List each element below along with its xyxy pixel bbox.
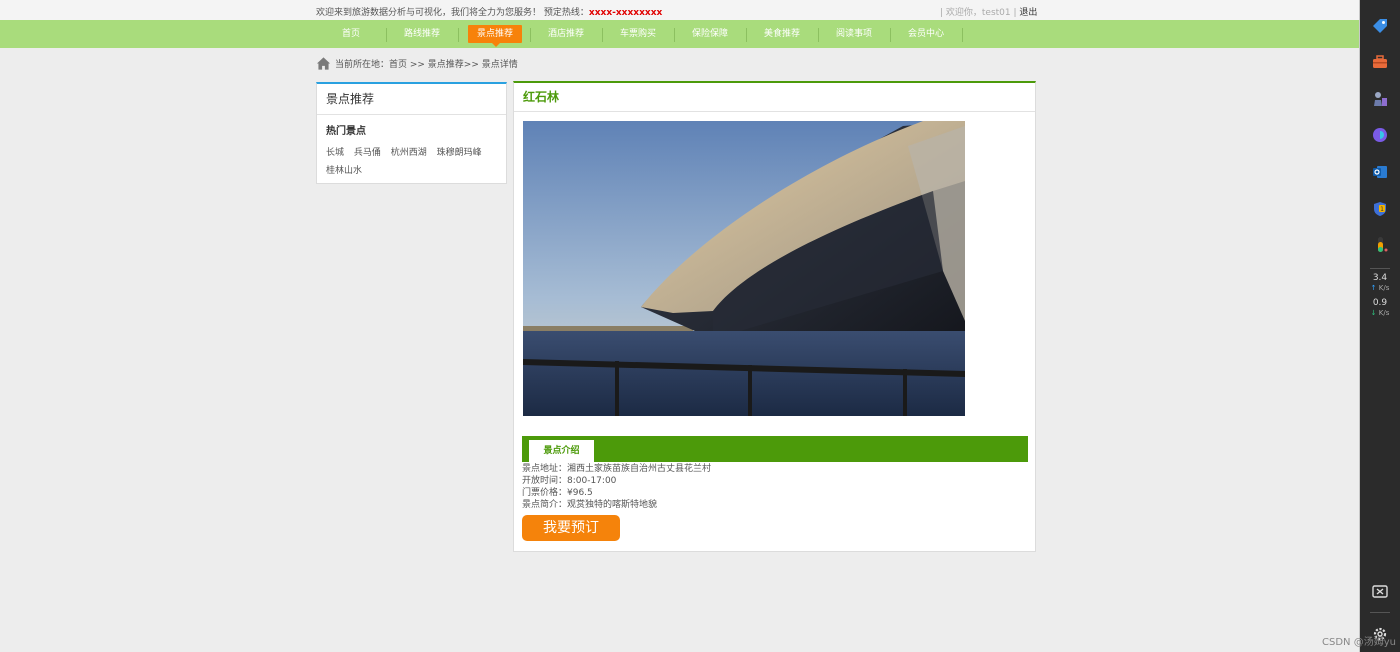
shield-icon[interactable]: 1	[1368, 197, 1392, 221]
nav-divider	[890, 28, 891, 42]
upload-speed-value: 3.4	[1372, 273, 1388, 283]
browser-side-panel: 1 3.4 ↑ K/s 0.9 ↓ K/s	[1360, 0, 1400, 652]
hot-spot-link[interactable]: 兵马俑	[354, 148, 381, 158]
nav-divider	[602, 28, 603, 42]
spot-photo	[523, 121, 965, 416]
download-speed-unit: K/s	[1378, 309, 1390, 317]
nav-divider	[962, 28, 963, 42]
download-speed-value: 0.9	[1372, 298, 1388, 308]
user-area: | 欢迎你，test01 | 退出	[940, 5, 1037, 18]
top-bar: 欢迎来到旅游数据分析与可视化，我们将全力为您服务！ 预定热线：xxxx-xxxx…	[0, 0, 1359, 20]
nav-divider	[818, 28, 819, 42]
spot-description: 景点简介：观赏独特的喀斯特地貌	[522, 500, 658, 510]
svg-text:1: 1	[1380, 206, 1384, 213]
welcome-line: 欢迎来到旅游数据分析与可视化，我们将全力为您服务！ 预定热线：xxxx-xxxx…	[316, 5, 662, 18]
spot-address: 景点地址：湘西土家族苗族自治州古丈县花兰村	[522, 464, 712, 474]
outlook-icon[interactable]	[1368, 160, 1392, 184]
spot-photo-image	[523, 121, 965, 416]
spot-detail-panel: 红石林 景点介绍 景点地址：湘西土家族苗族自治州古丈县花兰村 开放时间：8:00…	[513, 81, 1036, 552]
greeting: | 欢迎你，test01 |	[940, 8, 1017, 18]
hotline-number: xxxx-xxxxxxxx	[588, 8, 663, 18]
watermark: CSDN @汤姆yu	[1322, 637, 1396, 648]
tag-icon[interactable]	[1368, 14, 1392, 38]
upload-arrow-icon: ↑	[1370, 284, 1377, 292]
toolbox-icon[interactable]	[1368, 50, 1392, 74]
hot-spots-list: 长城 兵马俑 杭州西湖 珠穆朗玛峰 桂林山水	[326, 144, 498, 180]
nav-divider	[386, 28, 387, 42]
nav-item-routes[interactable]: 路线推荐	[395, 25, 449, 43]
logout-link[interactable]: 退出	[1019, 8, 1037, 18]
hotline-label: 预定热线：	[543, 8, 589, 18]
nav-divider	[746, 28, 747, 42]
home-icon	[316, 56, 331, 70]
download-arrow-icon: ↓	[1370, 309, 1377, 317]
thermometer-icon	[1368, 233, 1392, 257]
panel-title: 景点推荐	[317, 84, 506, 115]
chess-icon[interactable]	[1368, 87, 1392, 111]
main-nav: 首页 路线推荐 景点推荐 酒店推荐 车票购买 保险保障 美食推荐 阅读事项 会员…	[0, 20, 1359, 48]
side-divider	[1370, 612, 1390, 613]
spot-name: 红石林	[514, 83, 1035, 112]
hot-spot-link[interactable]: 长城	[326, 148, 344, 158]
breadcrumb: 当前所在地：首页 >> 景点推荐>> 景点详情	[316, 55, 518, 71]
screenshot-icon[interactable]	[1368, 580, 1392, 604]
spot-price: 门票价格：¥96.5	[522, 488, 593, 498]
nav-item-food[interactable]: 美食推荐	[755, 25, 809, 43]
intro-tab[interactable]: 景点介绍	[529, 440, 594, 462]
hot-spots-title: 热门景点	[326, 126, 366, 137]
nav-item-insurance[interactable]: 保险保障	[683, 25, 737, 43]
spot-open-time: 开放时间：8:00-17:00	[522, 476, 617, 486]
hot-spot-link[interactable]: 桂林山水	[326, 166, 362, 176]
nav-item-notes[interactable]: 阅读事项	[827, 25, 881, 43]
nav-item-tickets[interactable]: 车票购买	[611, 25, 665, 43]
nav-item-attractions[interactable]: 景点推荐	[468, 25, 522, 47]
nav-divider	[458, 28, 459, 42]
download-speed: 0.9 ↓ K/s	[1360, 298, 1400, 318]
book-button[interactable]: 我要预订	[522, 515, 620, 541]
spot-info: 景点地址：湘西土家族苗族自治州古丈县花兰村 开放时间：8:00-17:00 门票…	[522, 463, 711, 511]
side-divider	[1370, 268, 1390, 269]
upload-speed-unit: K/s	[1378, 284, 1390, 292]
copilot-icon[interactable]	[1368, 123, 1392, 147]
intro-bar: 景点介绍	[522, 436, 1028, 462]
breadcrumb-text: 当前所在地：首页 >> 景点推荐>> 景点详情	[335, 59, 518, 70]
nav-divider	[674, 28, 675, 42]
nav-item-home[interactable]: 首页	[324, 25, 378, 43]
upload-speed: 3.4 ↑ K/s	[1360, 273, 1400, 293]
recommend-panel: 景点推荐 热门景点 长城 兵马俑 杭州西湖 珠穆朗玛峰 桂林山水	[316, 82, 507, 184]
nav-item-member[interactable]: 会员中心	[899, 25, 953, 43]
welcome-text: 欢迎来到旅游数据分析与可视化，我们将全力为您服务！	[316, 8, 542, 18]
nav-divider	[530, 28, 531, 42]
nav-item-hotels[interactable]: 酒店推荐	[539, 25, 593, 43]
hot-spot-link[interactable]: 杭州西湖	[391, 148, 427, 158]
hot-spot-link[interactable]: 珠穆朗玛峰	[437, 148, 482, 158]
